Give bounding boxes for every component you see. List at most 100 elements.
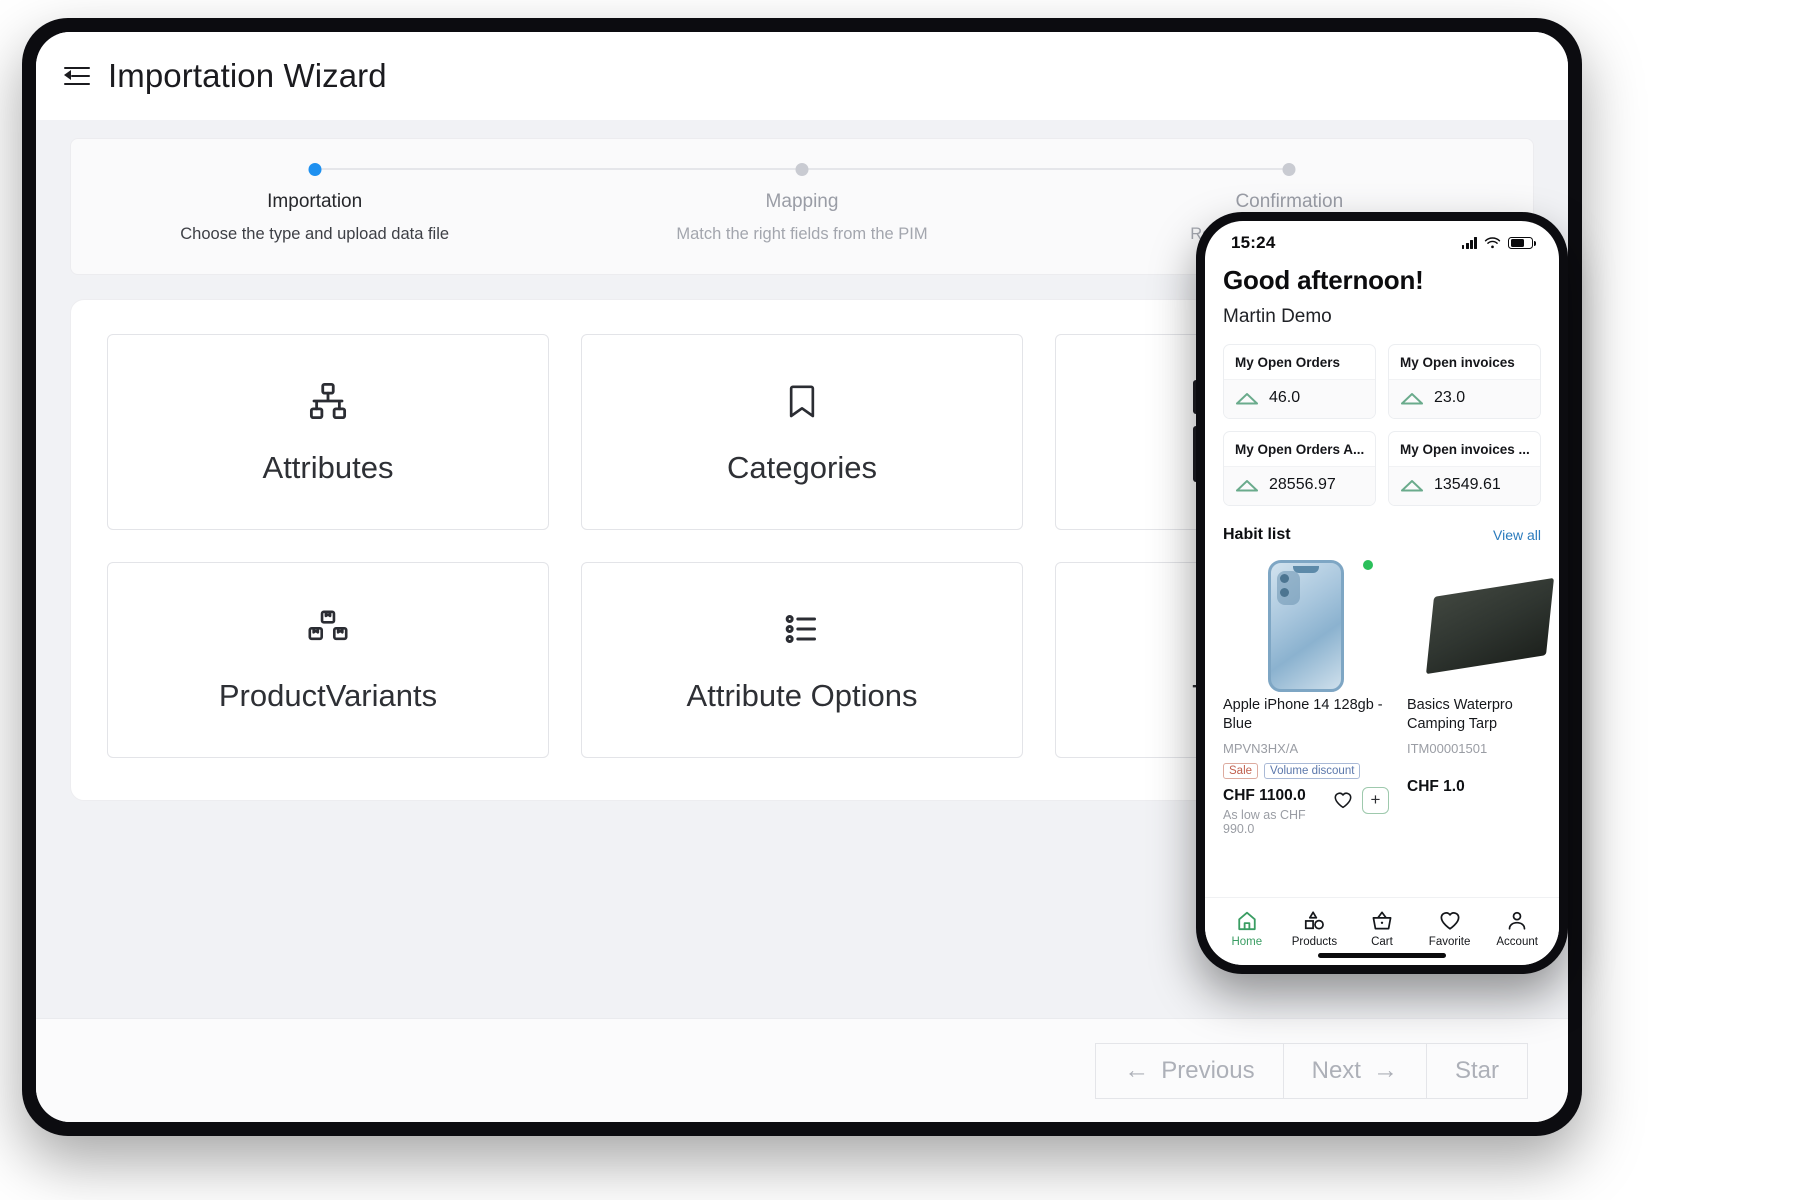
- tarp-illustration: [1426, 577, 1554, 675]
- cellular-icon: [1461, 237, 1477, 249]
- tile-attributes[interactable]: Attributes: [107, 333, 549, 530]
- sitemap-icon: [307, 378, 349, 424]
- step-name: Mapping: [765, 191, 839, 212]
- kpi-title: My Open Orders: [1235, 355, 1341, 370]
- kpi-value: 23.0: [1434, 389, 1466, 406]
- product-sku: ITM00001501: [1407, 740, 1488, 756]
- status-bar: 15:24: [1205, 221, 1559, 261]
- product-price: CHF 1100.0: [1223, 786, 1306, 804]
- wizard-nav-buttons: ← Previous Next → Star: [1095, 1042, 1528, 1099]
- product-name: Basics Waterpro Camping Tarp: [1407, 697, 1513, 732]
- product-image: [1223, 556, 1389, 696]
- habit-list-title: Habit list: [1223, 526, 1291, 543]
- price-block: CHF 1100.0 As low as CHF 990.0 +: [1223, 786, 1389, 836]
- tile-productvariants[interactable]: ProductVariants: [107, 561, 549, 758]
- status-icons: [1461, 236, 1536, 250]
- step-mapping[interactable]: Mapping Match the right fields from the …: [558, 159, 1046, 248]
- app-header: Importation Wizard: [36, 32, 1568, 120]
- product-as-low-as: As low as CHF 990.0: [1223, 807, 1306, 836]
- step-dot: [308, 163, 322, 176]
- basket-icon: [1372, 911, 1392, 929]
- price-block: CHF 1.0: [1407, 778, 1559, 796]
- boxes-icon: [307, 606, 349, 652]
- step-desc: Choose the type and upload data file: [180, 225, 450, 243]
- kpi-card-open-invoices-amount[interactable]: My Open invoices ... 13549.61: [1388, 431, 1541, 506]
- tile-label: ProductVariants: [218, 677, 438, 713]
- bullet-list-icon: [782, 606, 822, 652]
- tile-label: Attribute Options: [686, 677, 918, 713]
- add-to-cart-button[interactable]: +: [1362, 786, 1389, 814]
- iphone-illustration: [1268, 560, 1344, 692]
- next-label: Next: [1311, 1056, 1361, 1084]
- previous-label: Previous: [1161, 1056, 1255, 1084]
- tab-favorite[interactable]: Favorite: [1416, 910, 1484, 948]
- step-dot: [1282, 163, 1296, 176]
- product-sku: MPVN3HX/A: [1223, 740, 1299, 756]
- view-all-link[interactable]: View all: [1493, 527, 1541, 543]
- kpi-value-row: 23.0: [1389, 379, 1540, 418]
- product-name: Apple iPhone 14 128gb - Blue: [1223, 697, 1383, 732]
- tile-attribute-options[interactable]: Attribute Options: [581, 561, 1023, 758]
- tab-home[interactable]: Home: [1213, 910, 1281, 948]
- screenshot-stage: Importation Wizard Importation Choose th…: [0, 0, 1800, 1200]
- product-card-iphone[interactable]: Apple iPhone 14 128gb - Blue MPVN3HX/A S…: [1223, 556, 1389, 836]
- kpi-card-open-orders-amount[interactable]: My Open Orders A... 28556.97: [1223, 431, 1376, 506]
- trend-up-icon: [1236, 479, 1258, 491]
- bookmark-icon: [782, 378, 822, 424]
- kpi-value-row: 46.0: [1224, 379, 1375, 418]
- home-indicator: [1318, 953, 1446, 958]
- trend-up-icon: [1236, 392, 1258, 404]
- home-icon: [1238, 911, 1256, 930]
- phone-content: Good afternoon! Martin Demo My Open Orde…: [1205, 261, 1559, 897]
- status-time: 15:24: [1231, 233, 1276, 252]
- kpi-title: My Open Orders A...: [1235, 442, 1365, 457]
- person-icon: [1508, 911, 1526, 930]
- habit-list-header: Habit list View all: [1223, 526, 1541, 544]
- product-card-tarp[interactable]: Basics Waterpro Camping Tarp ITM00001501…: [1407, 556, 1559, 836]
- wizard-footer: ← Previous Next → Star: [36, 1018, 1568, 1122]
- step-name: Confirmation: [1235, 191, 1344, 212]
- kpi-grid: My Open Orders 46.0 My Open invoices 23.…: [1223, 344, 1541, 506]
- kpi-value-row: 13549.61: [1389, 466, 1540, 505]
- product-image: [1407, 556, 1559, 696]
- in-stock-indicator: [1363, 560, 1373, 570]
- tab-label: Products: [1291, 935, 1338, 948]
- battery-icon: [1508, 236, 1536, 250]
- previous-button[interactable]: ← Previous: [1095, 1042, 1284, 1099]
- tab-label: Favorite: [1428, 935, 1471, 948]
- product-actions: +: [1327, 786, 1389, 814]
- start-button[interactable]: Star: [1425, 1042, 1528, 1099]
- camera-module: [1277, 571, 1300, 605]
- heart-icon[interactable]: [1333, 791, 1353, 809]
- trend-up-icon: [1401, 479, 1423, 491]
- step-desc: Match the right fields from the PIM: [676, 225, 928, 243]
- badge-volume-discount: Volume discount: [1264, 762, 1361, 779]
- tab-label: Account: [1496, 935, 1538, 948]
- step-name: Importation: [267, 191, 363, 212]
- phone-device: 15:24 Good afternoon! Martin Demo My Ope…: [1193, 212, 1568, 974]
- tab-products[interactable]: Products: [1281, 910, 1349, 948]
- arrow-left-icon: ←: [1124, 1056, 1150, 1084]
- kpi-title: My Open invoices ...: [1400, 442, 1530, 457]
- page-title: Importation Wizard: [108, 57, 387, 94]
- tile-categories[interactable]: Categories: [581, 333, 1023, 530]
- product-list: Apple iPhone 14 128gb - Blue MPVN3HX/A S…: [1223, 556, 1554, 836]
- phone-screen: 15:24 Good afternoon! Martin Demo My Ope…: [1205, 221, 1559, 965]
- kpi-card-open-invoices[interactable]: My Open invoices 23.0: [1388, 344, 1541, 419]
- kpi-value-row: 28556.97: [1224, 466, 1375, 505]
- step-importation[interactable]: Importation Choose the type and upload d…: [71, 159, 559, 248]
- arrow-right-icon: →: [1372, 1056, 1398, 1084]
- step-dot: [795, 163, 809, 176]
- tile-label: Categories: [727, 449, 877, 485]
- kpi-card-open-orders[interactable]: My Open Orders 46.0: [1223, 344, 1376, 419]
- start-label: Star: [1454, 1056, 1499, 1084]
- tab-cart[interactable]: Cart: [1348, 910, 1416, 948]
- tab-account[interactable]: Account: [1483, 910, 1551, 948]
- menu-collapse-icon[interactable]: [64, 65, 90, 87]
- kpi-title: My Open invoices: [1400, 355, 1515, 370]
- kpi-value: 28556.97: [1269, 476, 1336, 493]
- tab-label: Cart: [1371, 935, 1393, 948]
- kpi-value: 13549.61: [1434, 476, 1501, 493]
- next-button[interactable]: Next →: [1282, 1042, 1427, 1099]
- shapes-icon: [1305, 910, 1325, 929]
